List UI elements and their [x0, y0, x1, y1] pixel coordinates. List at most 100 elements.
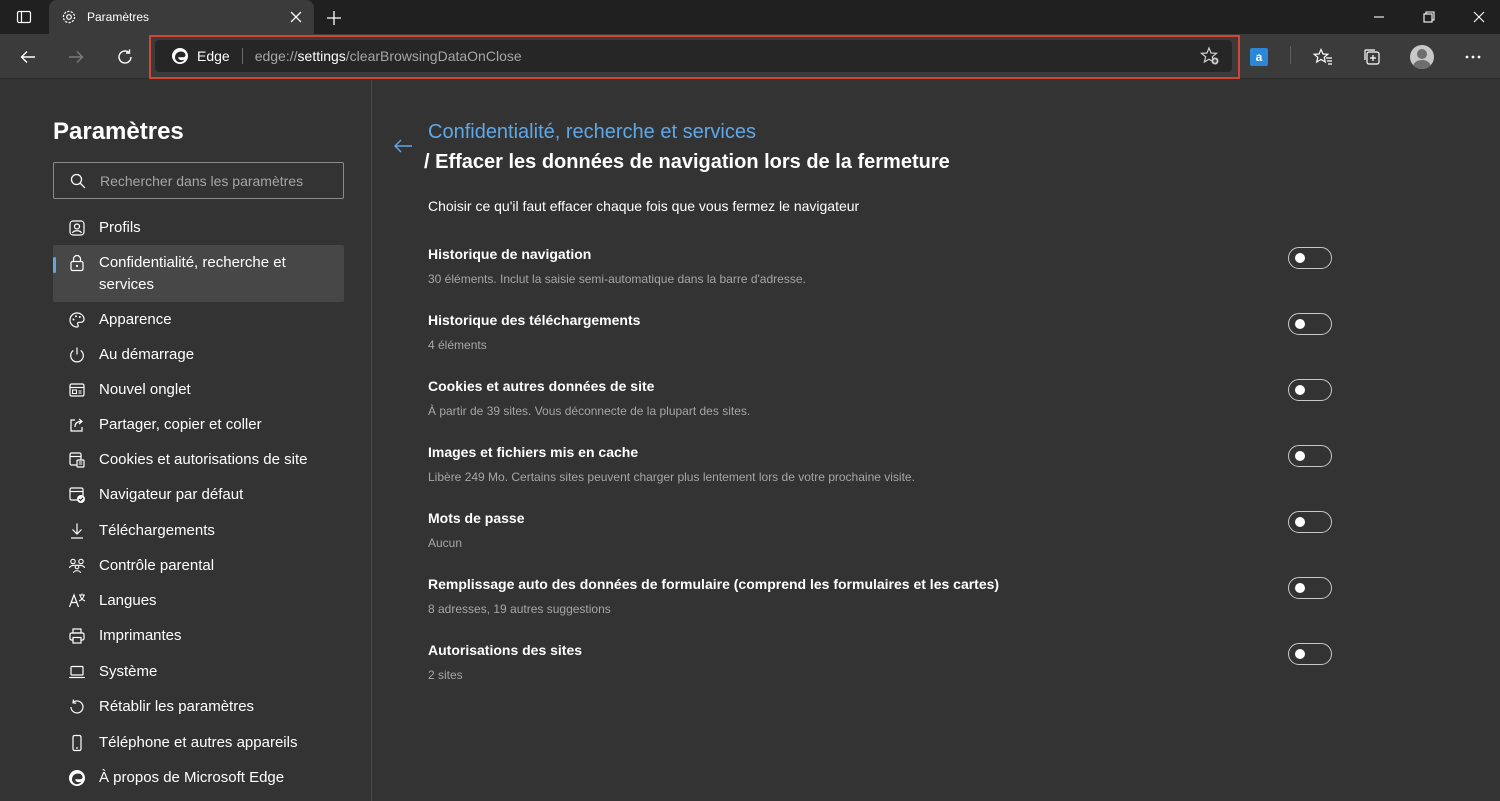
option-title: Remplissage auto des données de formulai…: [428, 576, 1000, 592]
phone-icon: [67, 733, 87, 753]
toolbar: Edge edge://settings/clearBrowsingDataOn…: [0, 34, 1500, 79]
sidebar-item-system[interactable]: Système: [53, 661, 344, 683]
new-tab-button[interactable]: [322, 6, 346, 30]
sidebar-item-label: Navigateur par défaut: [99, 486, 244, 503]
sidebar-item-label: Partager, copier et coller: [99, 416, 262, 433]
sidebar-item-label: À propos de Microsoft Edge: [99, 769, 285, 786]
more-options-icon[interactable]: [1457, 41, 1489, 73]
sidebar-item-about[interactable]: À propos de Microsoft Edge: [53, 767, 344, 789]
sidebar-item-startup[interactable]: Au démarrage: [53, 344, 344, 366]
sidebar-item-downloads[interactable]: Téléchargements: [53, 520, 344, 542]
option-row-cookies: Cookies et autres données de site À part…: [428, 378, 1333, 428]
sidebar-item-new-tab[interactable]: Nouvel onglet: [53, 379, 344, 401]
option-description: 30 éléments. Inclut la saisie semi-autom…: [428, 272, 806, 286]
sidebar-item-share[interactable]: Partager, copier et coller: [53, 414, 344, 436]
tab-title: Paramètres: [87, 10, 150, 24]
toggle-autofill[interactable]: [1288, 577, 1332, 599]
lock-icon: [67, 253, 87, 273]
extension-button[interactable]: a: [1243, 41, 1275, 73]
toggle-passwords[interactable]: [1288, 511, 1332, 533]
address-separator: [241, 48, 243, 64]
address-url[interactable]: edge://settings/clearBrowsingDataOnClose: [255, 48, 522, 64]
settings-sidebar: Paramètres Rechercher dans les paramètre…: [0, 80, 372, 801]
restore-button[interactable]: [1406, 0, 1452, 34]
option-row-browsing-history: Historique de navigation 30 éléments. In…: [428, 246, 1333, 296]
search-input[interactable]: Rechercher dans les paramètres: [53, 162, 344, 199]
sidebar-item-label: Langues: [99, 592, 157, 609]
sidebar-item-languages[interactable]: Langues: [53, 590, 344, 612]
sidebar-item-default-browser[interactable]: Navigateur par défaut: [53, 484, 344, 506]
sidebar-title: Paramètres: [53, 118, 184, 145]
printer-icon: [67, 626, 87, 646]
close-icon[interactable]: [288, 9, 304, 25]
refresh-button[interactable]: [109, 41, 141, 73]
add-favorite-icon[interactable]: [1200, 46, 1220, 66]
sidebar-item-label: Profils: [99, 219, 141, 236]
gear-icon: [61, 9, 77, 25]
favorites-icon[interactable]: [1307, 41, 1339, 73]
extension-badge: a: [1250, 48, 1268, 66]
avatar: [1410, 45, 1434, 69]
address-bar[interactable]: Edge edge://settings/clearBrowsingDataOn…: [155, 40, 1232, 72]
toggle-cache[interactable]: [1288, 445, 1332, 467]
tab-bar: Paramètres: [0, 0, 1500, 34]
option-description: Aucun: [428, 536, 463, 550]
option-title: Cookies et autres données de site: [428, 378, 655, 394]
forward-button[interactable]: [60, 41, 92, 73]
option-row-site-permissions: Autorisations des sites 2 sites: [428, 642, 1333, 692]
toggle-browsing-history[interactable]: [1288, 247, 1332, 269]
sidebar-item-profiles[interactable]: Profils: [53, 217, 344, 239]
toggle-site-permissions[interactable]: [1288, 643, 1332, 665]
browser-icon: [67, 485, 87, 505]
tab-settings[interactable]: Paramètres: [49, 0, 314, 34]
address-brand: Edge: [197, 48, 230, 64]
sidebar-item-cookies[interactable]: Cookies et autorisations de site: [53, 449, 344, 471]
search-icon: [70, 173, 86, 189]
cookie-icon: [67, 450, 87, 470]
option-title: Historique de navigation: [428, 246, 592, 262]
profile-icon: [67, 218, 87, 238]
toggle-cookies[interactable]: [1288, 379, 1332, 401]
sidebar-item-label: Téléchargements: [99, 522, 215, 539]
toggle-download-history[interactable]: [1288, 313, 1332, 335]
option-description: 2 sites: [428, 668, 463, 682]
sidebar-item-label: Confidentialité, recherche et services: [99, 254, 286, 293]
download-icon: [67, 521, 87, 541]
sidebar-item-label: Téléphone et autres appareils: [99, 734, 298, 751]
sidebar-item-label: Imprimantes: [99, 627, 182, 644]
palette-icon: [67, 310, 87, 330]
sidebar-item-reset[interactable]: Rétablir les paramètres: [53, 696, 344, 718]
minimize-button[interactable]: [1356, 0, 1402, 34]
sidebar-item-privacy[interactable]: Confidentialité, recherche et services: [53, 245, 344, 302]
search-placeholder: Rechercher dans les paramètres: [100, 172, 304, 189]
edge-logo-icon: [171, 47, 189, 65]
sidebar-item-phone[interactable]: Téléphone et autres appareils: [53, 732, 344, 754]
close-window-button[interactable]: [1456, 0, 1500, 34]
new-tab-icon: [67, 380, 87, 400]
option-description: À partir de 39 sites. Vous déconnecte de…: [428, 404, 751, 418]
sidebar-item-appearance[interactable]: Apparence: [53, 309, 344, 331]
collections-icon[interactable]: [1356, 41, 1388, 73]
option-description: 4 éléments: [428, 338, 487, 352]
profile-avatar[interactable]: [1406, 41, 1438, 73]
sidebar-item-label: Nouvel onglet: [99, 381, 191, 398]
option-description: 8 adresses, 19 autres suggestions: [428, 602, 611, 616]
breadcrumb-parent-link[interactable]: Confidentialité, recherche et services: [428, 121, 756, 144]
sidebar-item-parental-control[interactable]: Contrôle parental: [53, 555, 344, 577]
sidebar-item-printers[interactable]: Imprimantes: [53, 625, 344, 647]
back-arrow-icon[interactable]: [393, 136, 413, 156]
tab-actions-icon[interactable]: [8, 5, 40, 29]
sidebar-item-label: Au démarrage: [99, 346, 195, 363]
reset-icon: [67, 697, 87, 717]
option-row-autofill: Remplissage auto des données de formulai…: [428, 576, 1333, 626]
option-row-cache: Images et fichiers mis en cache Libère 2…: [428, 444, 1333, 494]
option-row-download-history: Historique des téléchargements 4 élément…: [428, 312, 1333, 362]
main-content: Confidentialité, recherche et services /…: [373, 80, 1500, 801]
option-description: Libère 249 Mo. Certains sites peuvent ch…: [428, 470, 915, 484]
sidebar-item-label: Apparence: [99, 311, 172, 328]
toolbar-separator: [1290, 46, 1291, 64]
option-row-passwords: Mots de passe Aucun: [428, 510, 1333, 560]
language-icon: [67, 591, 87, 611]
back-button[interactable]: [12, 41, 44, 73]
sidebar-item-label: Système: [99, 663, 158, 680]
